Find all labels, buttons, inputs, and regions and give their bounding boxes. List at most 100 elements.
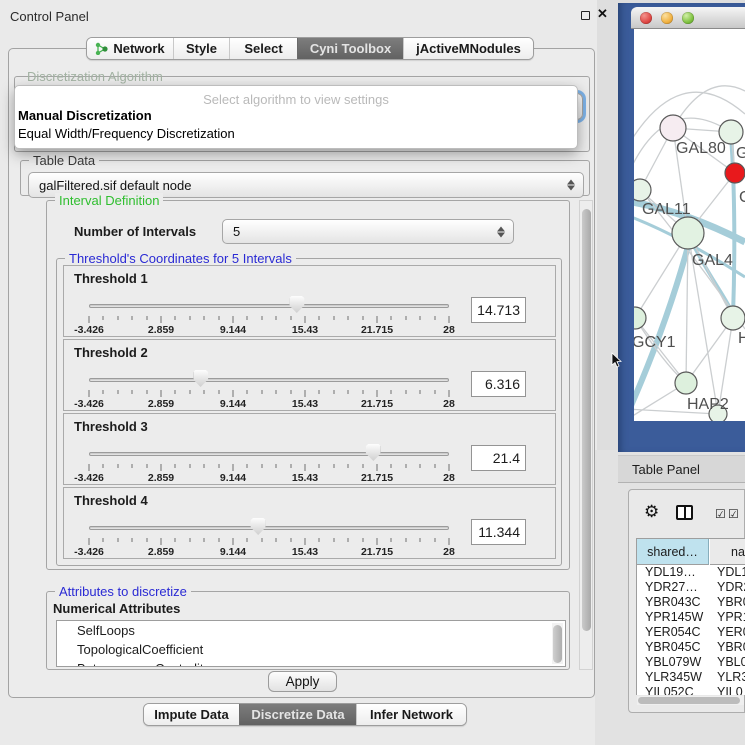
threshold-panel: Threshold 1 -3.4262.8599.14415.4321.7152… <box>63 265 556 337</box>
threshold-label: Threshold 3 <box>74 419 148 434</box>
tick-label: 9.144 <box>220 546 246 558</box>
slider-track[interactable] <box>89 526 449 530</box>
slider-thumb[interactable] <box>251 518 266 535</box>
tick-label: 28 <box>443 324 455 336</box>
tab-label: Infer Network <box>370 707 453 722</box>
group-title: Table Data <box>29 153 99 168</box>
table-horizontal-scrollbar[interactable] <box>637 696 744 705</box>
popup-item-equal-width-frequency[interactable]: Equal Width/Frequency Discretization <box>18 126 235 141</box>
slider-thumb[interactable] <box>193 370 208 387</box>
threshold-slider[interactable]: -3.4262.8599.14415.4321.71528 <box>89 516 449 558</box>
tab-select[interactable]: Select <box>229 38 297 59</box>
tick-label: 2.859 <box>148 546 174 558</box>
tick-label: 15.43 <box>292 546 318 558</box>
settings-gear-icon[interactable]: ⚙ <box>644 502 659 522</box>
table-row[interactable]: YPR145WYPR1 <box>637 610 745 625</box>
combo-stepper-icon <box>497 226 505 237</box>
group-title: Discretization Algorithm <box>23 69 167 84</box>
scrollbar-thumb[interactable] <box>638 697 740 704</box>
table-row[interactable]: YDL19…YDL1 <box>637 565 745 580</box>
tick-label: 2.859 <box>148 472 174 484</box>
slider-track[interactable] <box>89 452 449 456</box>
table-row[interactable]: YBR043CYBR0 <box>637 595 745 610</box>
table-row[interactable]: YLR345WYLR3 <box>637 670 745 685</box>
close-traffic-light-icon[interactable] <box>640 12 652 24</box>
threshold-slider[interactable]: -3.4262.8599.14415.4321.71528 <box>89 442 449 484</box>
threshold-value-field[interactable]: 14.713 <box>471 297 526 323</box>
tab-discretize-data[interactable]: Discretize Data <box>239 704 356 725</box>
slider-thumb[interactable] <box>366 444 381 461</box>
minimize-traffic-light-icon[interactable] <box>661 12 673 24</box>
network-window-titlebar[interactable] <box>631 7 745 29</box>
top-tab-bar: Network Style Select Cyni Toolbox jActiv… <box>86 37 534 60</box>
control-panel-window: Control Panel ✕ Network Style Select Cyn… <box>0 0 597 745</box>
threshold-panel: Threshold 2 -3.4262.8599.14415.4321.7152… <box>63 339 556 411</box>
mouse-cursor <box>611 352 623 369</box>
attribute-list-item[interactable]: TopologicalCoefficient <box>57 640 565 659</box>
tick-label: -3.426 <box>74 324 104 336</box>
apply-button[interactable]: Apply <box>268 671 337 692</box>
numerical-attributes-list[interactable]: SelfLoopsTopologicalCoefficientBetweenne… <box>56 620 566 667</box>
tab-network[interactable]: Network <box>87 38 173 59</box>
zoom-traffic-light-icon[interactable] <box>682 12 694 24</box>
threshold-label: Threshold 2 <box>74 345 148 360</box>
table-row[interactable]: YBL079WYBL0 <box>637 655 745 670</box>
threshold-slider[interactable]: -3.4262.8599.14415.4321.71528 <box>89 294 449 336</box>
tick-label: 2.859 <box>148 398 174 410</box>
tick-label: 21.715 <box>361 398 393 410</box>
slider-thumb[interactable] <box>289 296 304 313</box>
column-header-shared-name[interactable]: shared… <box>637 539 709 565</box>
node-table[interactable]: shared… na YDL19…YDL1YDR27…YDR2YBR043CYB… <box>636 538 745 695</box>
tick-label: 28 <box>443 472 455 484</box>
tab-infer-network[interactable]: Infer Network <box>356 704 466 725</box>
tick-label: 15.43 <box>292 324 318 336</box>
tab-cyni-toolbox[interactable]: Cyni Toolbox <box>297 38 403 59</box>
tab-label: jActiveMNodules <box>416 41 521 56</box>
attribute-list-item[interactable]: BetweennessCentrality <box>57 659 565 667</box>
slider-track[interactable] <box>89 304 449 308</box>
table-row[interactable]: YBR045CYBR0 <box>637 640 745 655</box>
threshold-value-field[interactable]: 11.344 <box>471 519 526 545</box>
tab-impute-data[interactable]: Impute Data <box>144 704 239 725</box>
threshold-panel: Threshold 3 -3.4262.8599.14415.4321.7152… <box>63 413 556 485</box>
popup-item-manual-discretization[interactable]: Manual Discretization <box>18 108 152 123</box>
combo-value: galFiltered.sif default node <box>39 178 191 193</box>
close-icon[interactable]: ✕ <box>597 6 608 22</box>
network-canvas[interactable]: GAL80GCGAL11GAL4GCY1HHAP2 <box>634 29 745 421</box>
tick-label: 9.144 <box>220 472 246 484</box>
combo-stepper-icon <box>567 180 575 191</box>
tab-style[interactable]: Style <box>173 38 229 59</box>
threshold-label: Threshold 1 <box>74 271 148 286</box>
svg-text:G: G <box>736 145 745 162</box>
svg-text:GAL11: GAL11 <box>642 201 691 218</box>
number-of-intervals-label: Number of Intervals <box>74 224 196 239</box>
tick-label: 15.43 <box>292 472 318 484</box>
tick-label: 28 <box>443 398 455 410</box>
threshold-value-field[interactable]: 6.316 <box>471 371 526 397</box>
tab-label: Cyni Toolbox <box>310 41 391 56</box>
checkbox-icon[interactable]: ☑ <box>715 507 726 521</box>
list-scrollbar[interactable] <box>552 623 563 664</box>
float-window-icon[interactable] <box>581 11 590 20</box>
table-row[interactable]: YDR27…YDR2 <box>637 580 745 595</box>
threshold-slider[interactable]: -3.4262.8599.14415.4321.71528 <box>89 368 449 410</box>
split-view-icon[interactable] <box>676 505 693 520</box>
column-header-name[interactable]: na <box>710 539 745 565</box>
tick-label: 28 <box>443 546 455 558</box>
slider-track[interactable] <box>89 378 449 382</box>
checkbox-icon[interactable]: ☑ <box>728 507 739 521</box>
algorithm-popup: Select algorithm to view settings Manual… <box>14 85 578 149</box>
tab-label: Select <box>244 41 282 56</box>
table-row[interactable]: YIL052CYIL0 <box>637 685 745 695</box>
threshold-value-field[interactable]: 21.4 <box>471 445 526 471</box>
attribute-list-item[interactable]: SelfLoops <box>57 621 565 640</box>
vertical-scrollbar[interactable] <box>579 200 593 670</box>
tab-jactivemnodules[interactable]: jActiveMNodules <box>403 38 533 59</box>
number-of-intervals-combo[interactable]: 5 <box>222 219 514 244</box>
window-title: Control Panel <box>10 9 89 24</box>
tick-label: 21.715 <box>361 324 393 336</box>
table-row[interactable]: YER054CYER0 <box>637 625 745 640</box>
group-title: Attributes to discretize <box>55 584 191 599</box>
scrollbar-thumb[interactable] <box>582 209 591 631</box>
svg-text:HAP2: HAP2 <box>687 396 729 413</box>
